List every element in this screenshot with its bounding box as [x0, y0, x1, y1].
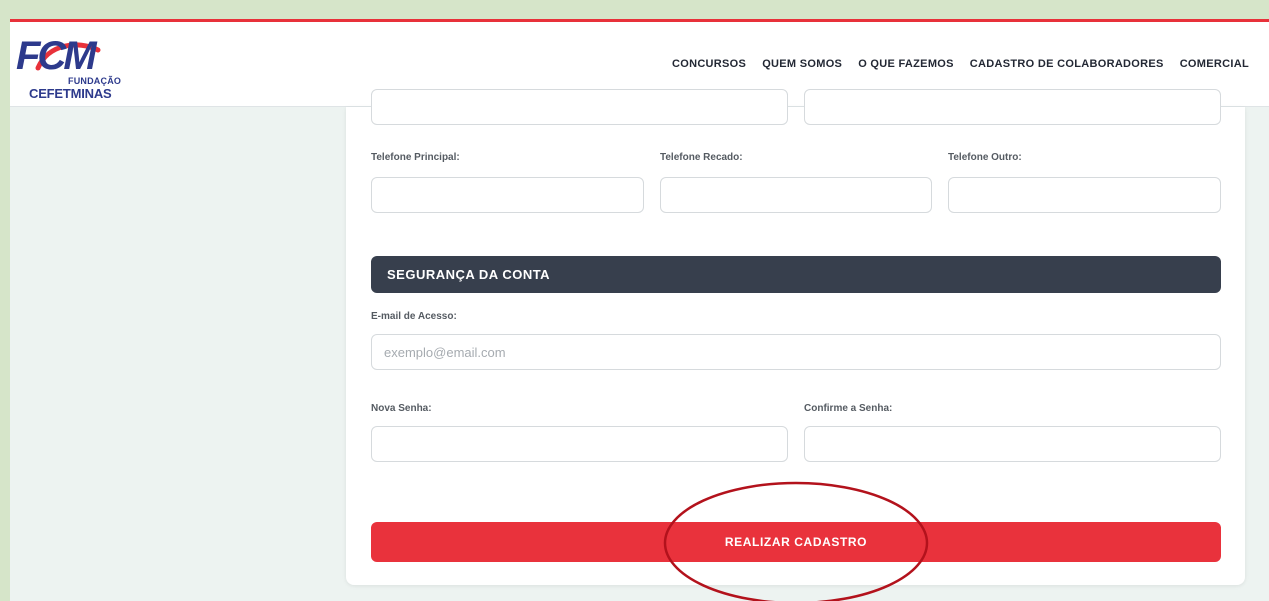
telefone-principal-input[interactable] — [371, 177, 644, 213]
nav-concursos[interactable]: CONCURSOS — [672, 58, 746, 70]
email-acesso-label: E-mail de Acesso: — [371, 311, 457, 322]
nav-cadastro-colaboradores[interactable]: CADASTRO DE COLABORADORES — [970, 58, 1164, 70]
registration-form-card: Telefone Principal: Telefone Recado: Tel… — [346, 89, 1245, 585]
nova-senha-input[interactable] — [371, 426, 788, 462]
main-nav: CONCURSOS QUEM SOMOS O QUE FAZEMOS CADAS… — [672, 58, 1249, 70]
previous-field-right[interactable] — [804, 89, 1221, 125]
nav-quem-somos[interactable]: QUEM SOMOS — [762, 58, 842, 70]
logo-subtitle-fundacao: FUNDAÇÃO — [68, 76, 122, 86]
security-section-header: SEGURANÇA DA CONTA — [371, 256, 1221, 293]
telefone-recado-input[interactable] — [660, 177, 932, 213]
nova-senha-label: Nova Senha: — [371, 403, 432, 414]
telefone-outro-input[interactable] — [948, 177, 1221, 213]
nav-o-que-fazemos[interactable]: O QUE FAZEMOS — [858, 58, 954, 70]
nav-comercial[interactable]: COMERCIAL — [1180, 58, 1249, 70]
telefone-outro-label: Telefone Outro: — [948, 152, 1022, 163]
page-frame: FCM FUNDAÇÃO CEFETMINAS CONCURSOS QUEM S… — [10, 19, 1269, 601]
confirme-senha-input[interactable] — [804, 426, 1221, 462]
logo-letters: FCM — [16, 34, 97, 78]
telefone-recado-label: Telefone Recado: — [660, 152, 743, 163]
logo-subtitle-cefetminas: CEFETMINAS — [29, 86, 112, 101]
telefone-principal-label: Telefone Principal: — [371, 152, 460, 163]
realizar-cadastro-button[interactable]: REALIZAR CADASTRO — [371, 522, 1221, 562]
confirme-senha-label: Confirme a Senha: — [804, 403, 893, 414]
previous-field-left[interactable] — [371, 89, 788, 125]
fcm-logo[interactable]: FCM FUNDAÇÃO CEFETMINAS — [16, 36, 126, 106]
email-acesso-input[interactable] — [371, 334, 1221, 370]
